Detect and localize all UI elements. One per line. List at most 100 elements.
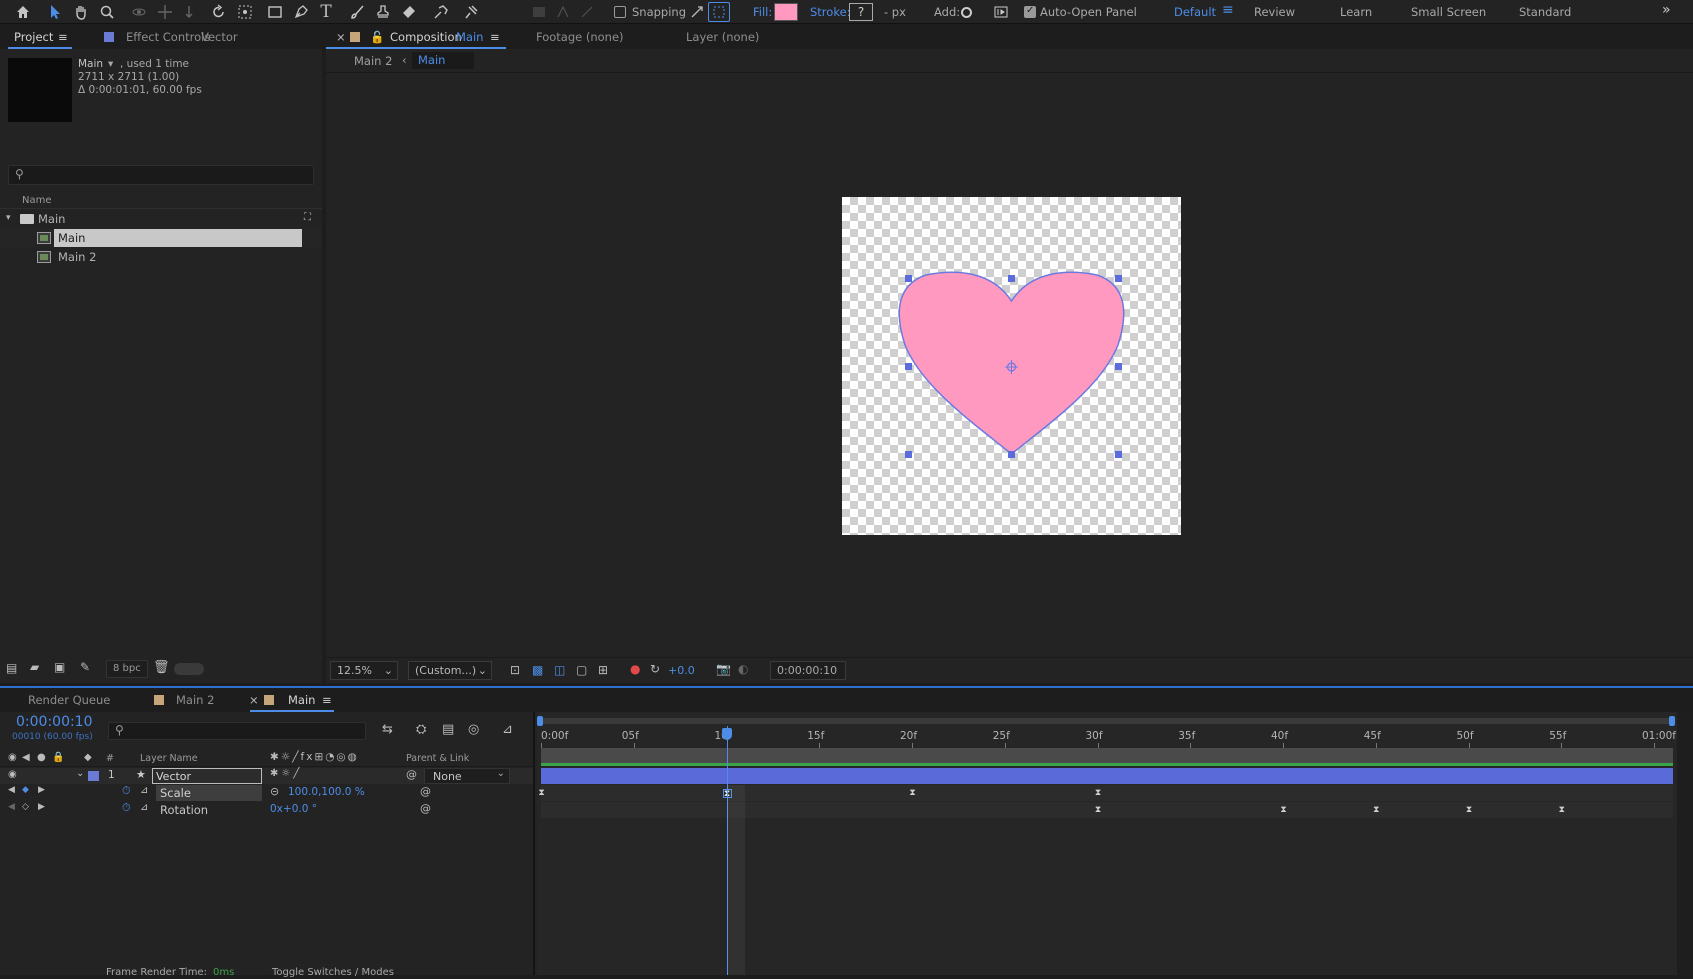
- time-graph-scrollbar[interactable]: [1677, 712, 1693, 979]
- composition-canvas[interactable]: [842, 197, 1181, 535]
- viewer-timecode[interactable]: 0:00:00:10: [770, 661, 846, 680]
- tab-footage[interactable]: Footage (none): [536, 30, 624, 44]
- orbit-camera-icon[interactable]: [128, 2, 150, 22]
- graph-editor-icon[interactable]: ⊿: [502, 722, 513, 737]
- scale-keyframe[interactable]: ⧗: [537, 789, 546, 798]
- dolly-camera-icon[interactable]: [178, 2, 200, 22]
- transparency-grid-icon[interactable]: ▩: [532, 663, 543, 677]
- zoom-dropdown[interactable]: 12.5% ⌄: [330, 661, 398, 680]
- constrain-proportions-icon[interactable]: ⊝: [270, 785, 279, 798]
- switches-header-icons[interactable]: ✱☼╱fx⊞◔◎◍: [270, 751, 359, 763]
- workspace-menu-icon[interactable]: ≡: [1222, 2, 1234, 18]
- stopwatch-icon[interactable]: ⏱: [122, 784, 131, 798]
- snapshot-icon[interactable]: 📷: [716, 662, 731, 676]
- layer-switches-icons[interactable]: ✱☼╱: [270, 768, 302, 779]
- workspace-overflow-icon[interactable]: »: [1662, 2, 1671, 18]
- puppet-pin-tool-icon[interactable]: [460, 2, 482, 22]
- expression-pickwhip-icon[interactable]: @: [420, 802, 431, 815]
- toggle-switches-modes[interactable]: Toggle Switches / Modes: [272, 967, 394, 978]
- timeline-panel-menu-icon[interactable]: ≡: [322, 693, 332, 707]
- rectangle-tool-icon[interactable]: [264, 2, 286, 22]
- color-channels-icon[interactable]: ●: [630, 662, 640, 676]
- stroke-width-units[interactable]: - px: [884, 5, 906, 19]
- snapping-checkbox[interactable]: [614, 6, 626, 18]
- snap-features-icon[interactable]: [708, 2, 730, 22]
- thumbnail-size-slider[interactable]: [174, 663, 204, 675]
- region-of-interest-icon[interactable]: ▢: [576, 663, 587, 677]
- fill-color-swatch[interactable]: [774, 3, 798, 21]
- grid-guides-icon[interactable]: ⊞: [598, 663, 608, 677]
- tab-render-queue[interactable]: Render Queue: [28, 693, 110, 707]
- tab-composition[interactable]: Composition: [390, 30, 462, 44]
- frame-blending-icon[interactable]: ◎: [468, 722, 479, 737]
- tab-effect-controls[interactable]: Effect Controls: [126, 30, 210, 44]
- close-tab-icon[interactable]: ×: [336, 30, 346, 44]
- property-row-rotation[interactable]: ◀ ◇ ▶ ⏱ ⊿ Rotation 0x+0.0 ° @: [0, 801, 535, 819]
- workspace-learn[interactable]: Learn: [1340, 5, 1372, 19]
- interpret-footage-icon[interactable]: ▤: [6, 661, 17, 675]
- video-visibility-icon[interactable]: ◉: [8, 752, 17, 763]
- eraser-tool-icon[interactable]: [398, 2, 420, 22]
- align-right-icon[interactable]: [576, 2, 598, 22]
- snap-edges-icon[interactable]: [686, 2, 708, 22]
- selection-tool-icon[interactable]: [44, 2, 66, 22]
- expression-pickwhip-icon[interactable]: @: [420, 785, 431, 798]
- layer-visibility-icon[interactable]: ◉: [8, 769, 17, 780]
- mask-visibility-icon[interactable]: ◫: [554, 663, 565, 677]
- align-center-icon[interactable]: [552, 2, 574, 22]
- pen-tool-icon[interactable]: [290, 2, 312, 22]
- property-row-scale[interactable]: ◀ ◆ ▶ ⏱ ⊿ Scale ⊝ 100.0,100.0 % @: [0, 784, 535, 802]
- add-keyframe-icon[interactable]: ◆: [22, 785, 29, 795]
- scale-keyframe[interactable]: ⧗: [908, 789, 917, 798]
- brush-tool-icon[interactable]: [346, 2, 368, 22]
- type-tool-icon[interactable]: T: [315, 2, 337, 22]
- workspace-small-screen[interactable]: Small Screen: [1411, 5, 1486, 19]
- shy-layers-icon[interactable]: ▤: [442, 722, 454, 737]
- exposure-value[interactable]: +0.0: [668, 664, 695, 677]
- workspace-standard[interactable]: Standard: [1519, 5, 1571, 19]
- lock-icon[interactable]: 🔒: [52, 752, 64, 763]
- solo-icon[interactable]: ●: [37, 752, 46, 763]
- layer-collapse-arrow-icon[interactable]: ⌄: [76, 768, 84, 779]
- lock-icon[interactable]: 🔓: [370, 30, 384, 44]
- tab-layer[interactable]: Layer (none): [686, 30, 759, 44]
- clone-stamp-tool-icon[interactable]: [372, 2, 394, 22]
- scale-keyframe[interactable]: ⧗: [1094, 789, 1103, 798]
- new-folder-icon[interactable]: ▰: [30, 660, 39, 674]
- add-circle-icon[interactable]: [961, 7, 972, 18]
- audio-icon[interactable]: ◀: [22, 752, 30, 763]
- workspace-default[interactable]: Default: [1174, 5, 1216, 19]
- hand-tool-icon[interactable]: [70, 2, 92, 22]
- current-time-indicator-head[interactable]: [721, 728, 732, 740]
- column-name-header[interactable]: Name: [22, 195, 52, 206]
- layer-row-vector[interactable]: ◉ ⌄ 1 ★ Vector ✱☼╱ @ None ⌄: [0, 768, 535, 784]
- layer-number-header[interactable]: #: [106, 753, 114, 764]
- viewer-panel-menu-icon[interactable]: ≡: [490, 30, 500, 44]
- rotation-keyframe[interactable]: ⧗: [1557, 806, 1566, 815]
- timeline-timecode[interactable]: 0:00:00:10: [16, 714, 93, 730]
- project-item-main[interactable]: Main: [0, 229, 322, 247]
- stopwatch-icon[interactable]: ⏱: [122, 801, 131, 815]
- layer-name-header[interactable]: Layer Name: [140, 753, 198, 764]
- composition-mini-flowchart-icon[interactable]: ⇆: [382, 722, 393, 737]
- roto-brush-tool-icon[interactable]: [430, 2, 452, 22]
- project-search-input[interactable]: ⚲: [8, 165, 314, 185]
- info-dropdown-icon[interactable]: ▾: [108, 58, 113, 70]
- flowchart-icon[interactable]: ⛶: [304, 212, 311, 223]
- draft-3d-icon[interactable]: ⛭: [416, 722, 426, 737]
- tool-options-icon[interactable]: [990, 2, 1012, 22]
- new-composition-icon[interactable]: ▣: [54, 660, 65, 674]
- breadcrumb-main-2[interactable]: Main 2: [354, 54, 392, 68]
- anchor-point-tool-icon[interactable]: [234, 2, 256, 22]
- align-left-icon[interactable]: [528, 2, 550, 22]
- rotation-value[interactable]: 0x+0.0 °: [270, 803, 317, 815]
- fast-preview-icon[interactable]: ⊡: [510, 663, 520, 677]
- tab-project[interactable]: Project: [14, 30, 53, 44]
- tab-main[interactable]: Main: [288, 693, 315, 707]
- prev-keyframe-icon[interactable]: ◀: [8, 802, 15, 812]
- rotation-keyframe[interactable]: ⧗: [1094, 806, 1103, 815]
- parent-dropdown[interactable]: None ⌄: [424, 768, 510, 784]
- stroke-color-swatch[interactable]: ?: [849, 3, 873, 21]
- bpc-button[interactable]: 8 bpc: [106, 660, 148, 678]
- tab-composition-name[interactable]: Main: [456, 30, 483, 44]
